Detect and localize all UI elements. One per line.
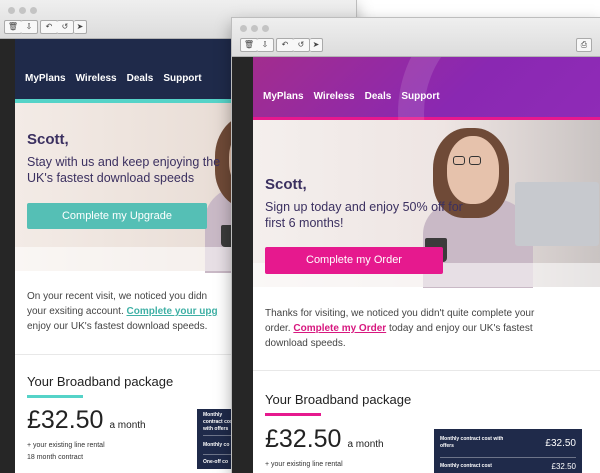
reply-all-icon[interactable]: ↺ bbox=[57, 20, 74, 34]
intro-line-2: your exsiting account. bbox=[27, 306, 124, 317]
pitch-line-2: UK's fastest download speeds bbox=[27, 171, 195, 185]
box-row-2: Monthly co bbox=[203, 441, 230, 448]
complete-order-link[interactable]: Complete my Order bbox=[293, 323, 386, 334]
reply-icon[interactable]: ↶ bbox=[276, 38, 294, 52]
nav-deals[interactable]: Deals bbox=[127, 73, 154, 84]
pitch-line-1: Sign up today and enjoy 50% off for bbox=[265, 200, 463, 214]
package-title: Your Broadband package bbox=[27, 374, 174, 389]
box-row-1: Monthly contract cost with offers bbox=[440, 436, 504, 449]
intro-prefix: order. bbox=[265, 323, 291, 334]
print-icon[interactable]: ⎙ bbox=[576, 38, 592, 52]
email-nav: MyPlans Wireless Deals Support bbox=[25, 73, 202, 84]
nav-support[interactable]: Support bbox=[401, 91, 439, 102]
price-period: a month bbox=[347, 439, 384, 450]
close-dot[interactable] bbox=[240, 25, 247, 32]
intro-paragraph: Thanks for visiting, we noticed you didn… bbox=[265, 306, 592, 351]
zoom-dot[interactable] bbox=[30, 7, 37, 14]
greeting: Scott, bbox=[265, 176, 307, 193]
price-amount: £32.50 bbox=[265, 425, 342, 453]
nav-wireless[interactable]: Wireless bbox=[76, 73, 117, 84]
zoom-dot[interactable] bbox=[262, 25, 269, 32]
divider bbox=[253, 370, 600, 371]
email-header: MyPlans Wireless Deals Support bbox=[253, 57, 600, 239]
forward-icon[interactable]: ➤ bbox=[74, 20, 87, 34]
minimize-dot[interactable] bbox=[251, 25, 258, 32]
greeting: Scott, bbox=[27, 131, 69, 148]
message-viewport: MyPlans Wireless Deals Support Scott, Si… bbox=[232, 57, 600, 473]
line-rental-note: + your existing line rental bbox=[265, 461, 343, 468]
email-nav: MyPlans Wireless Deals Support bbox=[263, 91, 440, 102]
price-period: a month bbox=[109, 420, 146, 431]
box-value-2: £32.50 bbox=[551, 461, 576, 471]
reply-icon[interactable]: ↶ bbox=[40, 20, 58, 34]
complete-upgrade-link[interactable]: Complete your upg bbox=[127, 306, 218, 317]
complete-upgrade-button[interactable]: Complete my Upgrade bbox=[27, 203, 207, 229]
contract-length: 18 month contract bbox=[27, 454, 84, 461]
nav-support[interactable]: Support bbox=[163, 73, 201, 84]
reply-all-icon[interactable]: ↺ bbox=[293, 38, 310, 52]
tray-icon[interactable]: ⇩ bbox=[257, 38, 274, 52]
intro-line-1: Thanks for visiting, we noticed you didn… bbox=[265, 308, 535, 319]
title-underline bbox=[27, 395, 83, 398]
nav-deals[interactable]: Deals bbox=[365, 91, 392, 102]
intro-line-3: download speeds. bbox=[265, 338, 346, 349]
window-toolbar: 🗑 ⇩ ↶ ↺ ➤ ⎙ bbox=[232, 18, 600, 57]
title-underline bbox=[265, 413, 321, 416]
package-title: Your Broadband package bbox=[265, 392, 412, 407]
trash-icon[interactable]: 🗑 bbox=[240, 38, 258, 52]
box-row-2: Monthly contract cost bbox=[440, 462, 492, 469]
close-dot[interactable] bbox=[8, 7, 15, 14]
tray-icon[interactable]: ⇩ bbox=[21, 20, 38, 34]
cost-summary-box: Monthly contract cost with offers £32.50… bbox=[434, 429, 582, 473]
pitch-line-1: Stay with us and keep enjoying the bbox=[27, 155, 221, 169]
pitch-line-2: first 6 months! bbox=[265, 216, 344, 230]
intro-line-2: today and enjoy our UK's fastest bbox=[388, 323, 533, 334]
nav-myplans[interactable]: MyPlans bbox=[25, 73, 66, 84]
line-rental-note: + your existing line rental bbox=[27, 442, 105, 449]
complete-order-button[interactable]: Complete my Order bbox=[265, 247, 443, 274]
minimize-dot[interactable] bbox=[19, 7, 26, 14]
forward-icon[interactable]: ➤ bbox=[310, 38, 323, 52]
price-amount: £32.50 bbox=[27, 406, 104, 434]
nav-myplans[interactable]: MyPlans bbox=[263, 91, 304, 102]
email-body: MyPlans Wireless Deals Support Scott, Si… bbox=[253, 57, 600, 473]
box-row-3: One-off co bbox=[203, 458, 228, 465]
nav-wireless[interactable]: Wireless bbox=[314, 91, 355, 102]
trash-icon[interactable]: 🗑 bbox=[4, 20, 22, 34]
mail-window-front: 🗑 ⇩ ↶ ↺ ➤ ⎙ MyPlans Wireless Deals Suppo… bbox=[232, 18, 600, 473]
box-value-1: £32.50 bbox=[545, 437, 576, 449]
